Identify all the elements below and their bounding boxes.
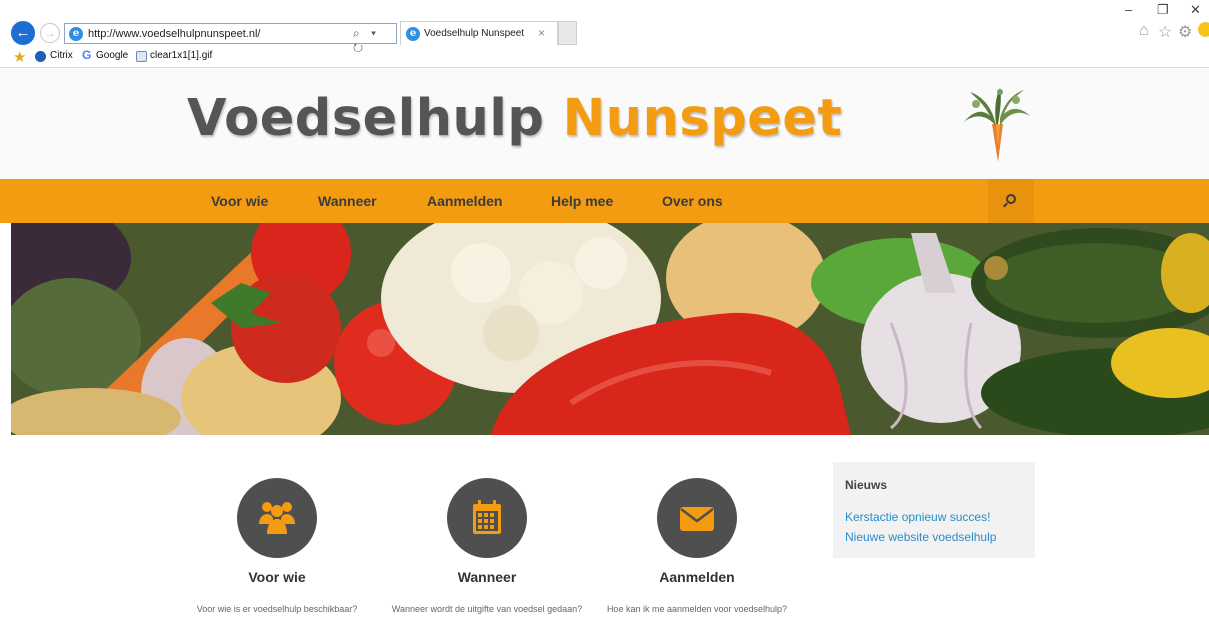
gif-file-icon xyxy=(136,51,147,62)
favorite-citrix[interactable]: Citrix xyxy=(50,50,73,61)
address-url[interactable]: http://www.voedselhulpnunspeet.nl/ xyxy=(88,28,260,40)
favorites-star-icon[interactable]: ☆ xyxy=(1158,22,1172,42)
home-icon[interactable]: ⌂ xyxy=(1139,22,1149,40)
feature-circle[interactable] xyxy=(447,478,527,558)
ie-page-icon: e xyxy=(69,27,83,41)
users-group-icon xyxy=(259,502,295,534)
back-button[interactable]: ← xyxy=(11,21,35,45)
favorites-bar: ★ Citrix G Google clear1x1[1].gif xyxy=(0,48,400,66)
tab-title: Voedselhulp Nunspeet xyxy=(424,28,525,39)
news-box: Nieuws Kerstactie opnieuw succes! Nieuwe… xyxy=(833,462,1035,558)
menu-help-mee[interactable]: Help mee xyxy=(551,193,613,209)
menu-voor-wie[interactable]: Voor wie xyxy=(211,193,268,209)
browser-chrome: ← → e http://www.voedselhulpnunspeet.nl/… xyxy=(0,0,1209,68)
carrot-logo-icon xyxy=(964,88,1030,162)
browser-tab[interactable]: e Voedselhulp Nunspeet × xyxy=(400,21,558,45)
feature-circle[interactable] xyxy=(657,478,737,558)
news-link[interactable]: Nieuwe website voedselhulp xyxy=(845,530,996,544)
feature-text: Wanneer wordt de uitgifte van voedsel ge… xyxy=(391,604,583,614)
feature-title: Wanneer xyxy=(457,569,517,585)
feature-title: Aanmelden xyxy=(659,569,735,585)
minimize-button[interactable]: – xyxy=(1125,2,1132,17)
new-tab-button[interactable] xyxy=(558,21,577,45)
feature-circle[interactable] xyxy=(237,478,317,558)
menu-aanmelden[interactable]: Aanmelden xyxy=(427,193,502,209)
forward-button[interactable]: → xyxy=(40,23,60,43)
news-heading: Nieuws xyxy=(845,478,888,492)
favorite-google[interactable]: Google xyxy=(96,50,128,61)
logo-word-nunspeet: Nunspeet xyxy=(562,89,843,148)
logo-word-voedselhulp: Voedselhulp xyxy=(187,89,545,148)
site-logo[interactable]: Voedselhulp Nunspeet xyxy=(187,93,842,144)
add-favorite-star-icon[interactable]: ★ xyxy=(13,48,26,66)
feature-voor-wie[interactable]: Voor wie Voor wie is er voedselhulp besc… xyxy=(167,478,387,619)
hero-vegetables-image xyxy=(11,223,1209,435)
calendar-icon xyxy=(473,500,501,534)
google-icon: G xyxy=(82,48,92,62)
tab-close-icon[interactable]: × xyxy=(538,26,545,40)
feature-aanmelden[interactable]: Aanmelden Hoe kan ik me aanmelden voor v… xyxy=(587,478,807,619)
ie-tab-icon: e xyxy=(406,27,420,41)
menu-wanneer[interactable]: Wanneer xyxy=(318,193,377,209)
feature-wanneer[interactable]: Wanneer Wanneer wordt de uitgifte van vo… xyxy=(377,478,597,619)
feature-title: Voor wie xyxy=(248,569,306,585)
search-icon xyxy=(1006,194,1016,204)
restore-button[interactable]: ❐ xyxy=(1157,2,1169,18)
address-bar[interactable]: e http://www.voedselhulpnunspeet.nl/ ⌕ ▾… xyxy=(64,23,397,55)
news-link[interactable]: Kerstactie opnieuw succes! xyxy=(845,510,990,524)
close-window-button[interactable]: ✕ xyxy=(1190,2,1201,18)
feature-text: Hoe kan ik me aanmelden voor voedselhulp… xyxy=(606,604,788,614)
favorite-clear-gif[interactable]: clear1x1[1].gif xyxy=(150,50,212,61)
settings-gear-icon[interactable]: ⚙ xyxy=(1178,22,1192,42)
menu-over-ons[interactable]: Over ons xyxy=(662,193,723,209)
envelope-icon xyxy=(680,507,714,531)
feedback-smiley-icon[interactable] xyxy=(1198,22,1209,37)
feature-text: Voor wie is er voedselhulp beschikbaar? xyxy=(196,604,358,614)
menu-search-button[interactable] xyxy=(988,179,1034,223)
citrix-icon xyxy=(35,51,46,62)
